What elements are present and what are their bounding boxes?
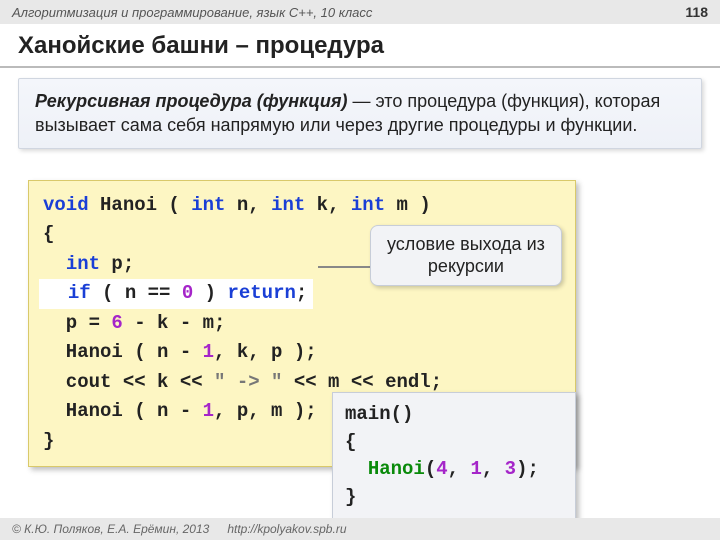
page-number: 118 (685, 4, 708, 20)
main-line-4: } (345, 484, 563, 512)
footer-url: http://kpolyakov.spb.ru (227, 522, 346, 536)
definition-box: Рекурсивная процедура (функция) — это пр… (18, 78, 702, 149)
callout-line-1: условие выхода из (387, 234, 545, 256)
callout-exit-condition: условие выхода из рекурсии (370, 225, 562, 286)
main-code-box: main() { Hanoi(4, 1, 3); } (332, 392, 576, 520)
code-line-6: Hanoi ( n - 1, k, p ); (43, 338, 561, 367)
slide-title: Ханойские башни – процедура (0, 24, 720, 68)
header-bar: Алгоритмизация и программирование, язык … (0, 0, 720, 24)
exit-condition-highlight: if ( n == 0 ) return; (39, 279, 313, 308)
footer: © К.Ю. Поляков, Е.А. Ерёмин, 2013 http:/… (0, 518, 720, 540)
code-line-5: p = 6 - k - m; (43, 309, 561, 338)
definition-term: Рекурсивная процедура (функция) (35, 91, 348, 111)
callout-connector (318, 266, 374, 268)
main-line-2: { (345, 429, 563, 457)
main-line-3: Hanoi(4, 1, 3); (345, 456, 563, 484)
code-line-1: void Hanoi ( int n, int k, int m ) (43, 191, 561, 220)
main-line-1: main() (345, 401, 563, 429)
footer-authors: © К.Ю. Поляков, Е.А. Ерёмин, 2013 (12, 522, 209, 536)
callout-line-2: рекурсии (387, 256, 545, 278)
course-label: Алгоритмизация и программирование, язык … (12, 5, 372, 20)
